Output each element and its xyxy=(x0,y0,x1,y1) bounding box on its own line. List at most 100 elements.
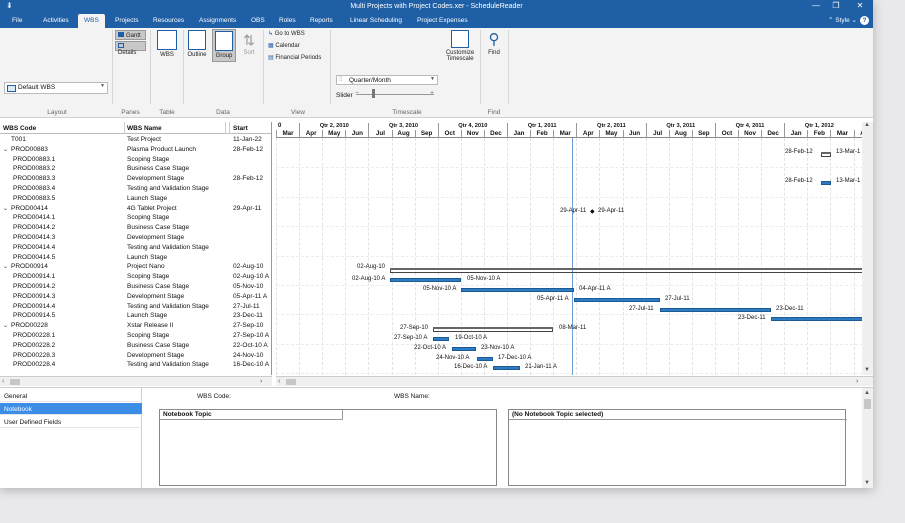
scroll-right-icon[interactable]: › xyxy=(260,378,262,385)
table-row[interactable]: PROD00414.3 Development Stage xyxy=(0,233,271,243)
calendar-button[interactable]: ▦ Calendar xyxy=(268,42,300,49)
layout-select[interactable]: Default WBS ▼ xyxy=(4,82,108,94)
gantt-toggle[interactable]: Gantt xyxy=(115,30,146,40)
activity-bar[interactable] xyxy=(821,181,831,186)
quarter-label: Qtr 2, 2011 xyxy=(576,123,645,130)
style-label[interactable]: Style xyxy=(835,17,849,24)
notebook-topic-list[interactable]: Notebook Topic xyxy=(159,409,497,486)
notebook-content[interactable]: (No Notebook Topic selected) xyxy=(508,409,847,486)
activity-bar[interactable] xyxy=(477,356,493,361)
scroll-up-icon[interactable]: ▲ xyxy=(864,390,870,396)
vertical-scrollbar[interactable]: ▲ ▼ xyxy=(862,122,873,375)
slider-thumb[interactable] xyxy=(372,89,375,98)
table-row[interactable]: PROD00914.5 Launch Stage 23-Dec-11 xyxy=(0,311,271,321)
table-row[interactable]: PROD00228.4 Testing and Validation Stage 1… xyxy=(0,360,271,370)
scroll-left-icon[interactable]: ‹ xyxy=(2,378,4,385)
menu-assignments[interactable]: Assignments xyxy=(199,17,236,24)
expand-chevron-icon[interactable]: ⌄ xyxy=(3,263,11,270)
table-row[interactable]: ⌄ PROD00414 4G Tablet Project 29-Apr-11 xyxy=(0,204,271,214)
scroll-right-icon[interactable]: › xyxy=(856,378,858,385)
table-row[interactable]: PROD00914.1 Scoping Stage 02-Aug-10 A xyxy=(0,272,271,282)
financial-periods-button[interactable]: ▤ Financial Periods xyxy=(268,54,321,61)
expand-chevron-icon[interactable]: ⌄ xyxy=(3,205,11,212)
table-row[interactable]: T001 Test Project 11-Jan-22 xyxy=(0,135,271,145)
menu-obs[interactable]: OBS xyxy=(251,17,265,24)
restore-icon[interactable]: ❐ xyxy=(826,1,846,10)
slider-minus-icon[interactable]: − xyxy=(355,90,359,97)
table-row[interactable]: ⌄ PROD00914 Project Nano 02-Aug-10 xyxy=(0,262,271,272)
goto-wbs-button[interactable]: ↳ Go to WBS xyxy=(268,30,305,37)
table-row[interactable]: ⌄ PROD00228 Xstar Release II 27-Sep-10 xyxy=(0,321,271,331)
table-row[interactable]: PROD00883.3 Development Stage 28-Feb-12 xyxy=(0,174,271,184)
activity-bar[interactable] xyxy=(390,278,461,283)
activity-bar[interactable] xyxy=(493,366,520,371)
tab-general[interactable]: General xyxy=(0,390,142,402)
style-menu[interactable]: ⌃ Style ⌄? xyxy=(828,16,869,25)
table-row[interactable]: PROD00414.5 Launch Stage xyxy=(0,253,271,263)
col-header-wbs-code[interactable]: WBS Code xyxy=(3,125,36,132)
help-icon[interactable]: ? xyxy=(860,16,869,25)
activity-bar[interactable] xyxy=(660,307,771,312)
close-icon[interactable]: ✕ xyxy=(850,1,870,10)
minimize-icon[interactable]: — xyxy=(806,1,826,10)
menu-linear-scheduling[interactable]: Linear Scheduling xyxy=(350,17,402,24)
month-label: Jan xyxy=(507,130,530,138)
table-row[interactable]: PROD00883.1 Scoping Stage xyxy=(0,155,271,165)
gantt-horizontal-scrollbar[interactable]: ‹ › xyxy=(276,376,873,386)
scroll-thumb[interactable] xyxy=(10,379,20,385)
scroll-thumb[interactable] xyxy=(864,399,871,409)
detail-scrollbar[interactable]: ▲ ▼ xyxy=(862,388,873,488)
slider-plus-icon[interactable]: + xyxy=(430,90,434,97)
wbs-code-text: PROD00414.3 xyxy=(13,234,56,241)
activity-bar[interactable] xyxy=(452,346,476,351)
outline-button[interactable]: Outline xyxy=(186,30,208,58)
menu-projects[interactable]: Projects xyxy=(115,17,138,24)
group-button[interactable]: Group xyxy=(212,29,236,62)
expand-chevron-icon[interactable]: ⌄ xyxy=(3,322,11,329)
table-row[interactable]: PROD00414.1 Scoping Stage xyxy=(0,213,271,223)
expand-chevron-icon[interactable]: ⌄ xyxy=(3,146,11,153)
activity-bar[interactable] xyxy=(461,288,574,292)
wbs-code-cell: ⌄ PROD00414 xyxy=(3,205,48,212)
scroll-down-icon[interactable]: ▼ xyxy=(864,367,870,373)
menu-activities[interactable]: Activities xyxy=(43,17,69,24)
table-row[interactable]: PROD00914.4 Testing and Validation Stage 2… xyxy=(0,302,271,312)
find-button[interactable]: ⚲ Find xyxy=(484,30,504,56)
table-row[interactable]: PROD00228.1 Scoping Stage 27-Sep-10 A xyxy=(0,331,271,341)
activity-bar[interactable] xyxy=(433,337,449,341)
menu-project-expenses[interactable]: Project Expenses xyxy=(417,17,468,24)
menu-file[interactable]: File xyxy=(12,17,22,24)
menu-roles[interactable]: Roles xyxy=(279,17,296,24)
activity-bar[interactable] xyxy=(574,297,660,302)
table-row[interactable]: PROD00914.3 Development Stage 05-Apr-11 A xyxy=(0,292,271,302)
milestone-diamond-icon[interactable]: ◆ xyxy=(590,208,595,215)
col-header-start[interactable]: Start xyxy=(233,125,248,132)
table-row[interactable]: PROD00883.4 Testing and Validation Stage xyxy=(0,184,271,194)
table-row[interactable]: PROD00883.2 Business Case Stage xyxy=(0,164,271,174)
menu-reports[interactable]: Reports xyxy=(310,17,333,24)
wbs-table-button[interactable]: WBS xyxy=(154,30,180,58)
sort-button[interactable]: ⇅ Sort xyxy=(240,30,258,56)
grid-horizontal-scrollbar[interactable]: ‹ › xyxy=(0,376,272,386)
tab-notebook[interactable]: Notebook xyxy=(0,403,142,415)
details-toggle[interactable]: Details xyxy=(115,41,146,56)
scroll-thumb[interactable] xyxy=(286,379,296,385)
scroll-up-icon[interactable]: ▲ xyxy=(864,122,870,128)
menu-wbs[interactable]: WBS xyxy=(78,14,105,28)
timescale-slider[interactable] xyxy=(356,94,434,95)
table-row[interactable]: PROD00883.5 Launch Stage xyxy=(0,194,271,204)
activity-bar[interactable] xyxy=(771,317,873,322)
col-header-wbs-name[interactable]: WBS Name xyxy=(127,125,162,132)
table-row[interactable]: PROD00228.2 Business Case Stage 22-Oct-10 … xyxy=(0,341,271,351)
scroll-left-icon[interactable]: ‹ xyxy=(278,378,280,385)
customize-timescale-button[interactable]: Customize Timescale xyxy=(443,30,477,62)
table-row[interactable]: PROD00414.4 Testing and Validation Stage xyxy=(0,243,271,253)
menu-resources[interactable]: Resources xyxy=(153,17,184,24)
tab-user-defined-fields[interactable]: User Defined Fields xyxy=(0,416,142,428)
scroll-down-icon[interactable]: ▼ xyxy=(864,480,870,486)
table-row[interactable]: PROD00914.2 Business Case Stage 05-Nov-10 xyxy=(0,282,271,292)
table-row[interactable]: PROD00414.2 Business Case Stage xyxy=(0,223,271,233)
table-row[interactable]: ⌄ PROD00883 Plasma Product Launch 28-Feb-12 xyxy=(0,145,271,155)
table-row[interactable]: PROD00228.3 Development Stage 24-Nov-10 xyxy=(0,351,271,361)
timescale-select[interactable]: ⫶⫶ Quarter/Month ▼ xyxy=(336,75,438,85)
